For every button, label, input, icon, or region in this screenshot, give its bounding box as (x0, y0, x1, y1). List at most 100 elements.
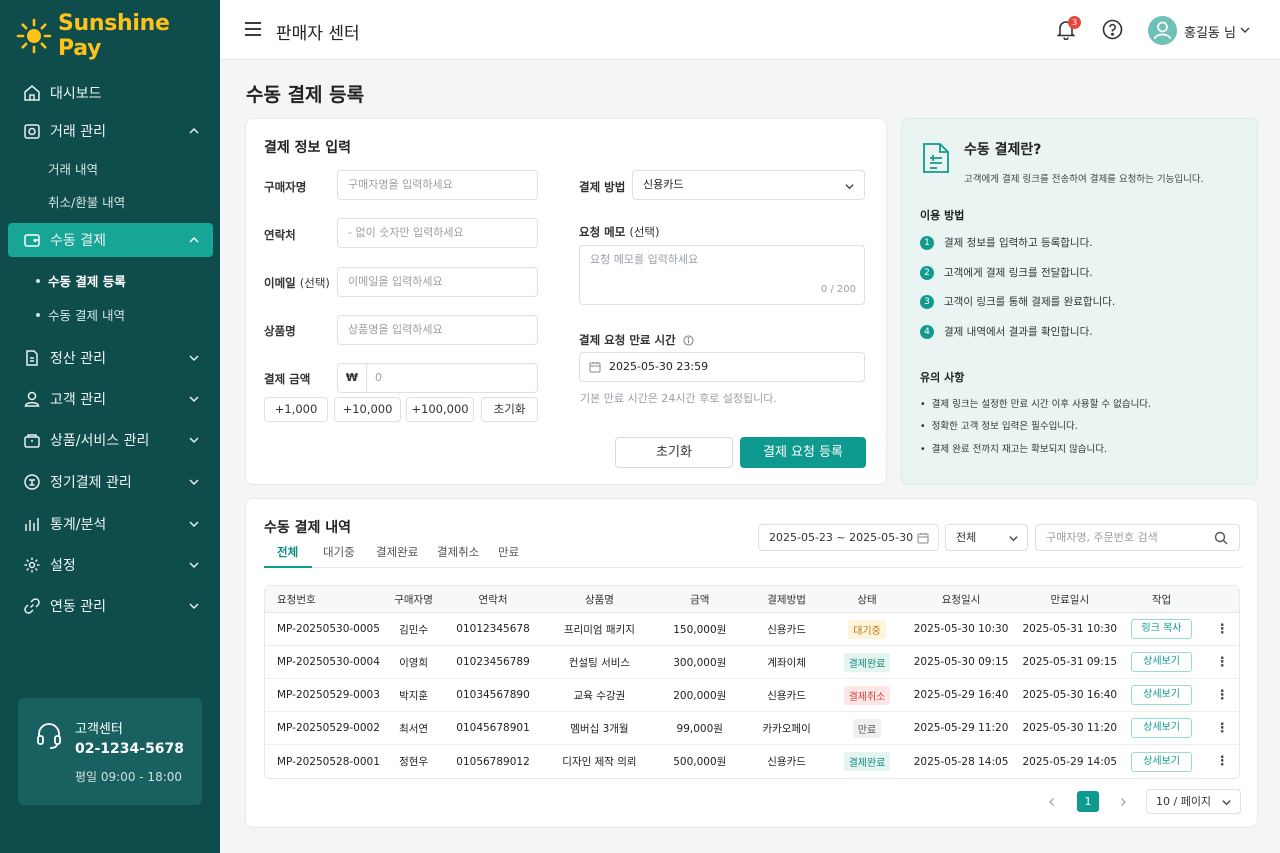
more-options-icon[interactable]: ⋮ (1216, 655, 1229, 670)
table-row[interactable]: MP-20250530-0004 이영희 01023456789 컨설팅 서비스 300… (265, 646, 1239, 679)
usage-step: 3 고객이 링크를 통해 결제를 완료합니다. (920, 294, 1115, 309)
add-1000-button[interactable]: +1,000 (264, 397, 328, 422)
user-name[interactable]: 홍길동 님 (1184, 22, 1236, 41)
info-description: 고객에게 결제 링크를 전송하여 결제를 요청하는 기능입니다. (964, 174, 1204, 185)
support-title: 고객센터 (75, 722, 123, 737)
table-row[interactable]: MP-20250528-0001 정현우 01056789012 디자인 제작 의뢰 5… (265, 745, 1239, 778)
sidebar-subitem-label: 수동 결제 등록 (48, 274, 126, 289)
avatar[interactable] (1148, 16, 1177, 45)
notification-badge: 3 (1068, 16, 1081, 29)
amount-reset-button[interactable]: 초기화 (481, 397, 538, 422)
next-page-icon[interactable] (1118, 797, 1128, 807)
sidebar-subitem-refund-history[interactable]: 취소/환불 내역 (48, 192, 125, 211)
calendar-icon (589, 362, 601, 373)
support-hours: 평일 09:00 - 18:00 (75, 770, 183, 784)
status-badge: 결제완료 (843, 752, 891, 771)
hamburger-menu-icon[interactable] (244, 21, 262, 37)
amount-placeholder: 0 (375, 371, 382, 384)
sidebar-item-customers[interactable]: 고객 관리 (8, 382, 213, 416)
sidebar-subitem-manual-register[interactable]: 수동 결제 등록 (36, 271, 126, 290)
date-range-picker[interactable]: 2025-05-23 ~ 2025-05-30 (758, 524, 939, 551)
tab-canceled[interactable]: 결제취소 (437, 544, 479, 560)
sidebar-item-settlement[interactable]: 정산 관리 (8, 341, 213, 375)
table-row[interactable]: MP-20250530-0005 김민수 01012345678 프리미엄 패키지 15… (265, 613, 1239, 646)
search-input[interactable]: 구매자명, 주문번호 검색 (1035, 524, 1240, 551)
sidebar-item-subscriptions[interactable]: 정기결제 관리 (8, 465, 213, 499)
submit-payment-request-button[interactable]: 결제 요청 등록 (740, 437, 866, 468)
table-cell-requested: 2025-05-30 09:15 (900, 646, 1022, 679)
table-cell-expires: 2025-05-31 10:30 (1021, 613, 1118, 646)
add-100000-button[interactable]: +100,000 (406, 397, 474, 422)
phone-input[interactable]: - 없이 숫자만 입력하세요 (337, 218, 538, 248)
column-header-more (1205, 586, 1239, 613)
sidebar-subitem-trade-history[interactable]: 거래 내역 (48, 159, 98, 178)
sidebar-item-products[interactable]: 상품/서비스 관리 (8, 423, 213, 457)
table-cell-expires: 2025-05-31 09:15 (1021, 646, 1118, 679)
brand-logo[interactable]: Sunshine Pay (16, 11, 220, 61)
step-text: 결제 내역에서 결과를 확인합니다. (944, 326, 1093, 338)
view-details-button[interactable]: 상세보기 (1131, 751, 1193, 772)
page-number-current[interactable]: 1 (1077, 791, 1099, 812)
payment-method-select[interactable]: 신용카드 (632, 170, 865, 200)
page-size-select[interactable]: 10 / 페이지 (1146, 789, 1241, 814)
sidebar-subitem-manual-history[interactable]: 수동 결제 내역 (36, 305, 125, 324)
view-details-button[interactable]: 상세보기 (1131, 718, 1193, 738)
product-input[interactable]: 상품명을 입력하세요 (337, 315, 538, 345)
more-options-icon[interactable]: ⋮ (1216, 721, 1229, 736)
bullet-icon (36, 312, 40, 317)
expiry-datetime-input[interactable]: 2025-05-30 23:59 (579, 352, 865, 382)
amount-input[interactable]: ₩0 (337, 363, 538, 393)
info-icon[interactable] (683, 335, 694, 346)
chevron-down-icon[interactable] (1239, 24, 1251, 36)
tab-completed[interactable]: 결제완료 (376, 544, 418, 560)
chevron-down-icon (189, 562, 199, 569)
sidebar-item-label: 정기결제 관리 (50, 475, 132, 491)
tab-pending[interactable]: 대기중 (323, 544, 355, 560)
more-options-icon[interactable]: ⋮ (1216, 622, 1229, 637)
add-10000-button[interactable]: +10,000 (334, 397, 401, 422)
prev-page-icon[interactable] (1047, 797, 1057, 807)
view-details-button[interactable]: 상세보기 (1131, 685, 1193, 705)
table-cell-product: 디자인 제작 의뢰 (562, 756, 637, 768)
home-icon (22, 83, 42, 103)
sidebar-item-integrations[interactable]: 연동 관리 (8, 589, 213, 623)
table-cell-action: 상세보기 (1117, 679, 1206, 712)
copy-link-button[interactable]: 링크 복사 (1131, 619, 1193, 639)
table-row[interactable]: MP-20250529-0002 최서연 01045678901 멤버십 3개월 99,… (265, 712, 1239, 745)
memo-textarea[interactable]: 요청 메모를 입력하세요 0 / 200 (579, 245, 865, 305)
reset-button[interactable]: 초기화 (615, 437, 733, 468)
more-options-icon[interactable]: ⋮ (1216, 754, 1229, 769)
usage-step: 1 결제 정보를 입력하고 등록합니다. (920, 235, 1093, 250)
view-details-button[interactable]: 상세보기 (1131, 652, 1193, 672)
buyer-name-input[interactable]: 구매자명을 입력하세요 (337, 170, 538, 200)
help-icon[interactable] (1102, 19, 1123, 40)
more-options-icon[interactable]: ⋮ (1216, 688, 1229, 703)
table-cell-buyer: 정현우 (399, 756, 429, 768)
expiry-label-text: 결제 요청 만료 시간 (579, 333, 676, 347)
table-cell-id: MP-20250529-0003 (265, 679, 380, 712)
table-row[interactable]: MP-20250529-0003 박지훈 01034567890 교육 수강권 200,… (265, 679, 1239, 712)
sun-icon (16, 18, 52, 54)
sidebar-item-manual-payment[interactable]: 수동 결제 (8, 223, 213, 257)
sidebar-item-trade[interactable]: 거래 관리 (8, 114, 213, 148)
status-filter-select[interactable]: 전체 (945, 524, 1028, 551)
sidebar-item-label: 대시보드 (50, 86, 102, 102)
tab-all[interactable]: 전체 (277, 544, 298, 560)
active-tab-indicator (264, 566, 312, 568)
sidebar-item-dashboard[interactable]: 대시보드 (8, 76, 213, 110)
receipt-icon (22, 121, 42, 141)
table-cell-status: 결제완료 (834, 745, 901, 778)
tab-expired[interactable]: 만료 (498, 544, 519, 560)
payments-table: 요청번호 구매자명 연락처 상품명 금액 결제방법 상태 요청일시 만료일시 작… (264, 585, 1240, 779)
table-cell-phone: 01012345678 (447, 613, 539, 646)
email-input[interactable]: 이메일을 입력하세요 (337, 267, 538, 297)
table-cell-more: ⋮ (1205, 646, 1239, 679)
sidebar-item-settings[interactable]: 설정 (8, 548, 213, 582)
table-cell-phone: 01056789012 (456, 755, 530, 768)
search-icon[interactable] (1214, 531, 1228, 545)
sidebar-item-statistics[interactable]: 통계/분석 (8, 507, 213, 541)
memo-placeholder: 요청 메모를 입력하세요 (590, 253, 699, 266)
table-cell-expires: 2025-05-30 16:40 (1021, 679, 1118, 712)
table-cell-id: MP-20250530-0004 (265, 646, 380, 679)
support-phone[interactable]: 02-1234-5678 (75, 741, 184, 757)
